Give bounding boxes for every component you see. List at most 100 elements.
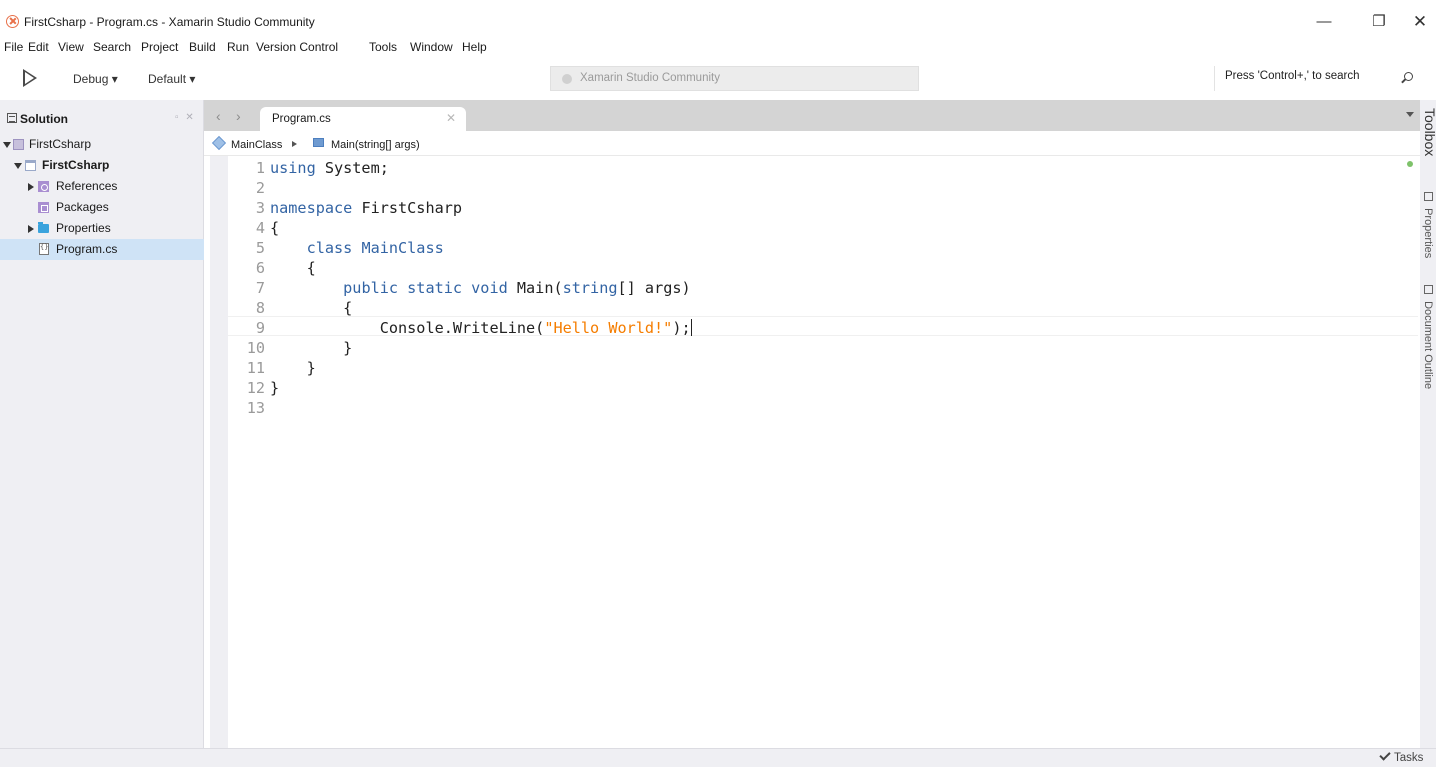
- line-number: 12: [246, 379, 265, 397]
- menu-project[interactable]: Project: [141, 40, 178, 54]
- maximize-button[interactable]: ❐: [1356, 8, 1402, 36]
- navigate-forward-button[interactable]: ›: [236, 108, 241, 124]
- menu-version-control[interactable]: Version Control: [256, 40, 338, 54]
- minimize-button[interactable]: —: [1301, 8, 1347, 36]
- document-outline-tab[interactable]: Document Outline: [1422, 285, 1434, 389]
- status-text: Xamarin Studio Community: [580, 72, 720, 84]
- expand-arrow-icon[interactable]: [3, 142, 11, 148]
- code-text[interactable]: 1 using System; 2 3 namespace FirstCsharp 4{5…: [228, 158, 692, 418]
- breadcrumb: MainClass Main(string[] args): [204, 131, 1420, 156]
- code-token: {: [270, 259, 316, 277]
- menu-file[interactable]: File: [4, 40, 23, 54]
- code-keyword: namespace: [270, 199, 353, 217]
- code-token: Main(: [507, 279, 563, 297]
- play-icon[interactable]: [23, 69, 37, 87]
- solution-pad-header: Solution ▫ ✕: [0, 100, 204, 134]
- code-keyword: class: [306, 239, 353, 257]
- code-line[interactable]: 1 using System;: [228, 158, 692, 178]
- close-tab-icon[interactable]: ✕: [446, 111, 456, 125]
- code-token: }: [270, 379, 280, 397]
- document-outline-tab-label: Document Outline: [1422, 301, 1434, 390]
- code-keyword: using: [270, 159, 316, 177]
- menu-run[interactable]: Run: [227, 40, 249, 54]
- code-line[interactable]: 4{: [228, 218, 692, 238]
- code-line[interactable]: 12}: [228, 378, 692, 398]
- status-bar: Tasks: [0, 748, 1436, 767]
- window-title: FirstCsharp - Program.cs - Xamarin Studi…: [24, 15, 315, 29]
- line-number: 1: [255, 159, 265, 177]
- menu-edit[interactable]: Edit: [28, 40, 49, 54]
- document-tab-strip: ‹ › Program.cs ✕: [204, 100, 1420, 131]
- main-toolbar: Debug ▾ Default ▾ Xamarin Studio Communi…: [0, 58, 1436, 100]
- code-editor[interactable]: 1 using System; 2 3 namespace FirstCsharp 4{5…: [204, 156, 1420, 748]
- code-line[interactable]: 6 {: [228, 258, 692, 278]
- breadcrumb-method[interactable]: Main(string[] args): [331, 139, 420, 151]
- code-line[interactable]: 8 {: [228, 298, 692, 318]
- code-token: System;: [315, 159, 389, 177]
- search-box[interactable]: [1214, 66, 1436, 91]
- code-token: }: [270, 359, 316, 377]
- code-line[interactable]: 10 }: [228, 338, 692, 358]
- tree-item-label: FirstCsharp: [29, 137, 92, 151]
- code-line[interactable]: 2: [228, 178, 692, 198]
- tree-item-packages[interactable]: Packages: [0, 197, 204, 218]
- expand-arrow-icon[interactable]: [14, 163, 22, 169]
- code-keyword: public static void: [343, 279, 508, 297]
- tree-item-solution[interactable]: FirstCsharp: [0, 134, 204, 155]
- platform-dropdown[interactable]: Default ▾: [148, 72, 195, 86]
- tasks-button[interactable]: Tasks: [1394, 752, 1423, 764]
- line-number: 5: [255, 239, 265, 257]
- search-input[interactable]: [1225, 70, 1395, 82]
- configuration-dropdown[interactable]: Debug ▾: [73, 72, 118, 86]
- breadcrumb-class[interactable]: MainClass: [231, 139, 282, 151]
- navigate-back-button[interactable]: ‹: [216, 108, 221, 124]
- tree-item-label: References: [56, 179, 118, 193]
- toolbox-tab-label: Toolbox: [1422, 108, 1436, 157]
- collapse-arrow-icon[interactable]: [28, 225, 34, 233]
- tab-program-cs[interactable]: Program.cs ✕: [260, 107, 466, 131]
- solution-pad: Solution ▫ ✕ FirstCsharp FirstCsharp Ref…: [0, 100, 204, 748]
- code-line[interactable]: 13: [228, 398, 692, 418]
- menu-window[interactable]: Window: [410, 40, 453, 54]
- code-keyword: string: [562, 279, 618, 297]
- properties-tab[interactable]: Properties: [1422, 192, 1434, 258]
- code-line[interactable]: 5 class MainClass: [228, 238, 692, 258]
- close-window-button[interactable]: ✕: [1397, 8, 1436, 36]
- code-line[interactable]: 11 }: [228, 358, 692, 378]
- menu-tools[interactable]: Tools: [369, 40, 397, 54]
- pad-dock-close-buttons[interactable]: ▫ ✕: [175, 112, 196, 123]
- code-line[interactable]: 9 Console.WriteLine("Hello World!");: [228, 318, 692, 338]
- status-area: Xamarin Studio Community: [550, 66, 919, 91]
- line-number: 11: [246, 359, 265, 377]
- menu-search[interactable]: Search: [93, 40, 131, 54]
- editor-gutter: [210, 156, 228, 748]
- folder-icon: [38, 222, 49, 233]
- code-keyword: MainClass: [352, 239, 444, 257]
- breadcrumb-separator-icon: [292, 141, 297, 147]
- references-icon: [38, 181, 49, 192]
- line-number: 7: [255, 279, 265, 297]
- tree-item-program-cs[interactable]: Program.cs: [0, 239, 204, 260]
- menu-view[interactable]: View: [58, 40, 84, 54]
- line-number: 8: [255, 299, 265, 317]
- tab-label: Program.cs: [272, 113, 331, 125]
- search-icon[interactable]: [1404, 72, 1413, 81]
- right-dock-bar: Toolbox Properties Document Outline: [1420, 100, 1436, 748]
- tree-item-project[interactable]: FirstCsharp: [0, 155, 204, 176]
- csharp-file-icon: [39, 243, 49, 255]
- line-number: 13: [246, 399, 265, 417]
- tab-list-dropdown-icon[interactable]: [1406, 112, 1414, 117]
- menu-help[interactable]: Help: [462, 40, 487, 54]
- code-token: );: [672, 319, 691, 337]
- code-line[interactable]: 7 public static void Main(string[] args): [228, 278, 692, 298]
- tree-item-references[interactable]: References: [0, 176, 204, 197]
- menu-build[interactable]: Build: [189, 40, 216, 54]
- line-number: 2: [255, 179, 265, 197]
- collapse-arrow-icon[interactable]: [28, 183, 34, 191]
- tree-item-properties[interactable]: Properties: [0, 218, 204, 239]
- code-line[interactable]: 3 namespace FirstCsharp: [228, 198, 692, 218]
- toolbox-tab[interactable]: Toolbox: [1422, 108, 1436, 156]
- title-bar: FirstCsharp - Program.cs - Xamarin Studi…: [0, 0, 1436, 36]
